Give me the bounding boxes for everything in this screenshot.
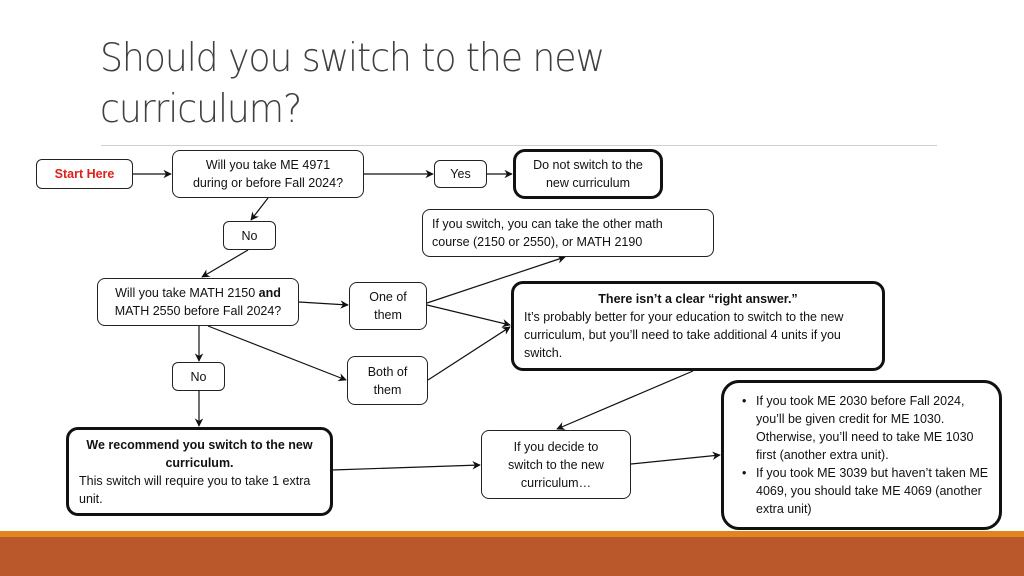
no-node-2: No (172, 362, 225, 391)
arrow-q2-to-one-of-them (298, 300, 349, 309)
do-not-switch-node: Do not switch to the new curriculum (513, 149, 663, 199)
no-node-1: No (223, 221, 276, 250)
both-of-them-line2: them (373, 382, 402, 397)
decide-to-switch-node: If you decide to switch to the new curri… (481, 430, 631, 499)
one-of-them-line2: them (374, 308, 402, 322)
switch-requirements-list: If you took ME 2030 before Fall 2024, yo… (740, 392, 989, 518)
question-math-line1: Will you take MATH 2150 and (104, 284, 292, 302)
question-math-node: Will you take MATH 2150 and MATH 2550 be… (97, 278, 299, 326)
question-me4971-node: Will you take ME 4971 during or before F… (172, 150, 364, 198)
no-clear-answer-body: It’s probably better for your education … (524, 310, 844, 360)
math-info-node: If you switch, you can take the other ma… (422, 209, 714, 257)
arrow-q2-to-both-of-them (207, 325, 347, 382)
recommend-switch-node: We recommend you switch to the new curri… (66, 427, 333, 516)
start-here-node: Start Here (36, 159, 133, 189)
recommend-switch-body: This switch will require you to take 1 e… (79, 473, 311, 506)
decide-line1: If you decide to (513, 439, 599, 454)
question-me4971-line2: during or before Fall 2024? (192, 176, 344, 190)
decide-line2: switch to the new (508, 457, 604, 472)
math-info-line2: course (2150 or 2550), or MATH 2190 (432, 235, 643, 249)
arrow-recommend-to-decide (331, 461, 481, 471)
arrow-q1-to-no (250, 197, 269, 221)
arrow-unclear-to-decide (556, 370, 694, 430)
question-me4971-line1: Will you take ME 4971 (205, 158, 331, 172)
do-not-switch-line1: Do not switch to the (533, 158, 643, 172)
arrow-one-to-unclear (426, 304, 511, 328)
no-label-1: No (241, 228, 258, 243)
math-info-line1: If you switch, you can take the other ma… (432, 217, 663, 231)
one-of-them-line1: One of (369, 290, 407, 304)
decide-line3: curriculum… (520, 475, 592, 490)
yes-node: Yes (434, 160, 487, 188)
question-math-and: and (258, 286, 281, 300)
no-clear-answer-heading: There isn’t a clear “right answer.” (598, 292, 798, 306)
arrow-decide-to-bullets (630, 451, 721, 465)
start-here-label: Start Here (54, 167, 115, 181)
both-of-them-node: Both of them (347, 356, 428, 405)
arrow-both-to-unclear (427, 326, 511, 381)
both-of-them-line1: Both of (367, 364, 408, 379)
switch-requirements-node: If you took ME 2030 before Fall 2024, yo… (721, 380, 1002, 530)
do-not-switch-line2: new curriculum (545, 176, 631, 190)
no-clear-answer-node: There isn’t a clear “right answer.” It’s… (511, 281, 885, 371)
requirement-item: If you took ME 2030 before Fall 2024, yo… (742, 392, 989, 464)
one-of-them-node: One of them (349, 282, 427, 330)
recommend-switch-heading: We recommend you switch to the new curri… (86, 437, 313, 470)
footer-band (0, 537, 1024, 576)
arrow-no-to-q2 (201, 249, 249, 278)
yes-label: Yes (450, 167, 471, 181)
no-label-2: No (190, 369, 207, 384)
requirement-item: If you took ME 3039 but haven’t taken ME… (742, 464, 989, 518)
question-math-line1-text: Will you take MATH 2150 (115, 286, 259, 300)
question-math-line2: MATH 2550 before Fall 2024? (114, 304, 282, 318)
